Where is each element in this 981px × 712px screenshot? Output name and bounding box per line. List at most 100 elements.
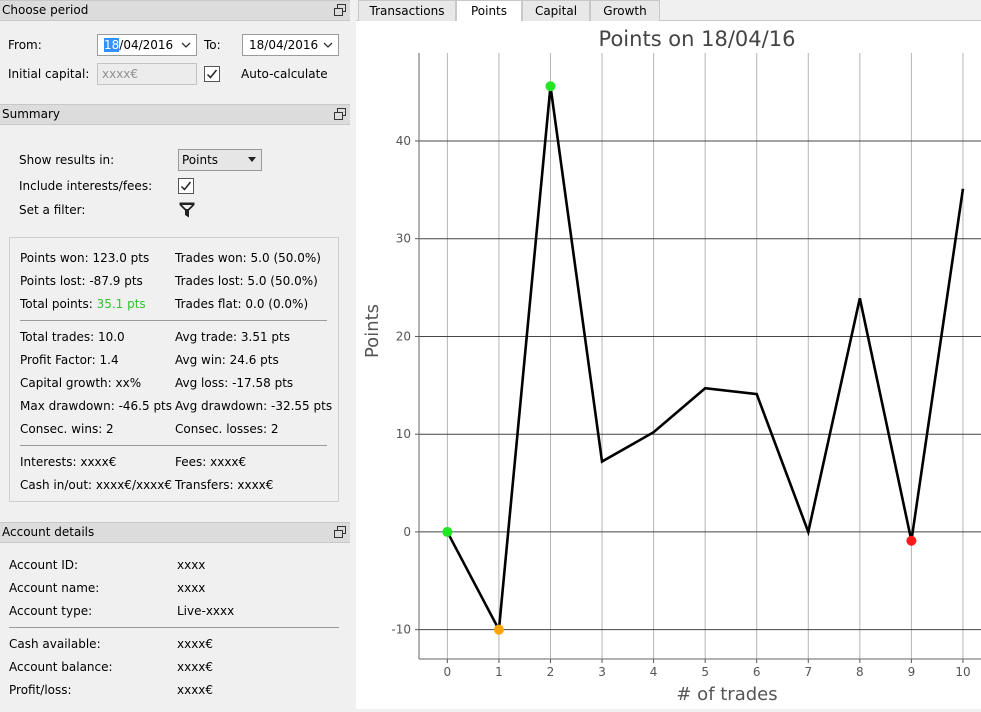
- fees: Fees: xxxx€: [175, 455, 247, 469]
- float-window-icon[interactable]: [334, 526, 346, 538]
- data-point-marker: [442, 526, 453, 537]
- tab-bar: Transactions Points Capital Growth: [356, 0, 981, 22]
- cash-available-label: Cash available:: [9, 637, 101, 651]
- chart-title: Points on 18/04/16: [599, 27, 796, 51]
- profit-factor: Profit Factor: 1.4: [20, 353, 119, 367]
- y-tick-label: 20: [396, 329, 411, 343]
- trades-lost: Trades lost: 5.0 (50.0%): [175, 274, 318, 288]
- summary-stats-box: Points won: 123.0 pts Trades won: 5.0 (5…: [9, 237, 339, 502]
- from-date-rest: /04/2016: [119, 38, 174, 52]
- cash-in-out: Cash in/out: xxxx€/xxxx€: [20, 478, 173, 492]
- trades-won: Trades won: 5.0 (50.0%): [175, 251, 321, 265]
- divider: [20, 320, 327, 321]
- tab-growth[interactable]: Growth: [590, 0, 660, 21]
- consec-wins: Consec. wins: 2: [20, 422, 114, 436]
- y-tick-label: 10: [396, 427, 411, 441]
- to-date-picker[interactable]: 18/04/2016: [242, 34, 339, 56]
- tab-capital[interactable]: Capital: [522, 0, 590, 21]
- transfers: Transfers: xxxx€: [175, 478, 274, 492]
- points-chart: Points on 18/04/16 0 1 2 3 4 5 6 7 8 9 10 -10 0 10 20 30…: [356, 21, 981, 709]
- show-results-value: Points: [182, 153, 219, 167]
- x-tick-label: 9: [908, 665, 916, 679]
- summary-header: Summary: [0, 104, 350, 125]
- x-tick-label: 8: [856, 665, 864, 679]
- max-drawdown: Max drawdown: -46.5 pts: [20, 399, 173, 413]
- chart-svg: Points on 18/04/16 0 1 2 3 4 5 6 7 8 9 10 -10 0 10 20 30…: [362, 27, 981, 705]
- account-name-value: xxxx: [177, 581, 206, 595]
- account-balance-label: Account balance:: [9, 660, 113, 674]
- account-name-label: Account name:: [9, 581, 100, 595]
- left-panel: Choose period From: 18/04/2016 To: 18/04…: [0, 0, 350, 709]
- total-points-label: Total points:: [20, 297, 97, 311]
- account-type-value: Live-xxxx: [177, 604, 235, 618]
- auto-calculate-checkbox[interactable]: [204, 66, 220, 82]
- y-axis-label: Points: [362, 304, 383, 358]
- to-label: To:: [204, 38, 221, 52]
- divider: [9, 627, 339, 628]
- profit-loss-label: Profit/loss:: [9, 683, 72, 697]
- x-tick-label: 6: [753, 665, 761, 679]
- avg-trade: Avg trade: 3.51 pts: [175, 330, 290, 344]
- points-won: Points won: 123.0 pts: [20, 251, 150, 265]
- profit-loss-value: xxxx€: [177, 683, 214, 697]
- choose-period-title: Choose period: [2, 3, 89, 17]
- avg-win: Avg win: 24.6 pts: [175, 353, 279, 367]
- y-tick-label: -10: [391, 623, 411, 637]
- show-results-label: Show results in:: [19, 153, 115, 167]
- trades-flat: Trades flat: 0.0 (0.0%): [175, 297, 309, 311]
- account-details-header: Account details: [0, 522, 350, 543]
- tab-transactions[interactable]: Transactions: [358, 0, 456, 21]
- x-tick-label: 0: [444, 665, 452, 679]
- x-tick-label: 5: [701, 665, 709, 679]
- divider: [20, 445, 327, 446]
- float-window-icon[interactable]: [334, 108, 346, 120]
- capital-growth: Capital growth: xx%: [20, 376, 142, 390]
- account-balance-value: xxxx€: [177, 660, 214, 674]
- x-tick-label: 2: [547, 665, 555, 679]
- initial-capital-placeholder: xxxx€: [102, 67, 139, 81]
- checkmark-icon: [180, 181, 192, 191]
- account-details-title: Account details: [2, 525, 95, 539]
- from-date-selected: 18: [104, 38, 120, 52]
- initial-capital-label: Initial capital:: [8, 67, 90, 81]
- include-interests-label: Include interests/fees:: [19, 179, 153, 193]
- chevron-down-icon[interactable]: [180, 38, 192, 52]
- filter-icon[interactable]: [179, 202, 195, 218]
- tab-label: Transactions: [369, 4, 445, 18]
- tab-label: Capital: [534, 4, 578, 18]
- cash-available-value: xxxx€: [177, 637, 214, 651]
- show-results-dropdown[interactable]: Points: [178, 149, 262, 171]
- total-points: Total points: 35.1 pts: [20, 297, 146, 311]
- avg-loss: Avg loss: -17.58 pts: [175, 376, 294, 390]
- summary-title: Summary: [2, 107, 60, 121]
- float-window-icon[interactable]: [334, 4, 346, 16]
- tab-label: Growth: [603, 4, 647, 18]
- x-tick-label: 3: [598, 665, 606, 679]
- tab-points[interactable]: Points: [456, 0, 522, 22]
- x-axis-label: # of trades: [676, 684, 777, 705]
- y-tick-label: 30: [396, 232, 411, 246]
- initial-capital-input[interactable]: xxxx€: [97, 63, 197, 85]
- caret-down-icon: [248, 157, 256, 162]
- to-date-value: 18/04/2016: [249, 38, 319, 52]
- data-point-marker: [493, 624, 504, 635]
- from-label: From:: [8, 38, 42, 52]
- y-tick-label: 40: [396, 134, 411, 148]
- x-tick-label: 10: [955, 665, 970, 679]
- consec-losses: Consec. losses: 2: [175, 422, 279, 436]
- account-id-value: xxxx: [177, 558, 206, 572]
- total-trades: Total trades: 10.0: [20, 330, 125, 344]
- points-lost: Points lost: -87.9 pts: [20, 274, 143, 288]
- tab-label: Points: [470, 4, 508, 18]
- chevron-down-icon[interactable]: [322, 38, 334, 52]
- include-interests-checkbox[interactable]: [178, 178, 194, 194]
- set-filter-label: Set a filter:: [19, 203, 86, 217]
- from-date-picker[interactable]: 18/04/2016: [97, 34, 197, 56]
- x-tick-label: 1: [495, 665, 503, 679]
- interests: Interests: xxxx€: [20, 455, 117, 469]
- choose-period-header: Choose period: [0, 0, 350, 21]
- data-point-marker: [545, 81, 556, 92]
- x-tick-label: 4: [650, 665, 658, 679]
- y-tick-label: 0: [403, 525, 411, 539]
- data-point-marker: [906, 535, 917, 546]
